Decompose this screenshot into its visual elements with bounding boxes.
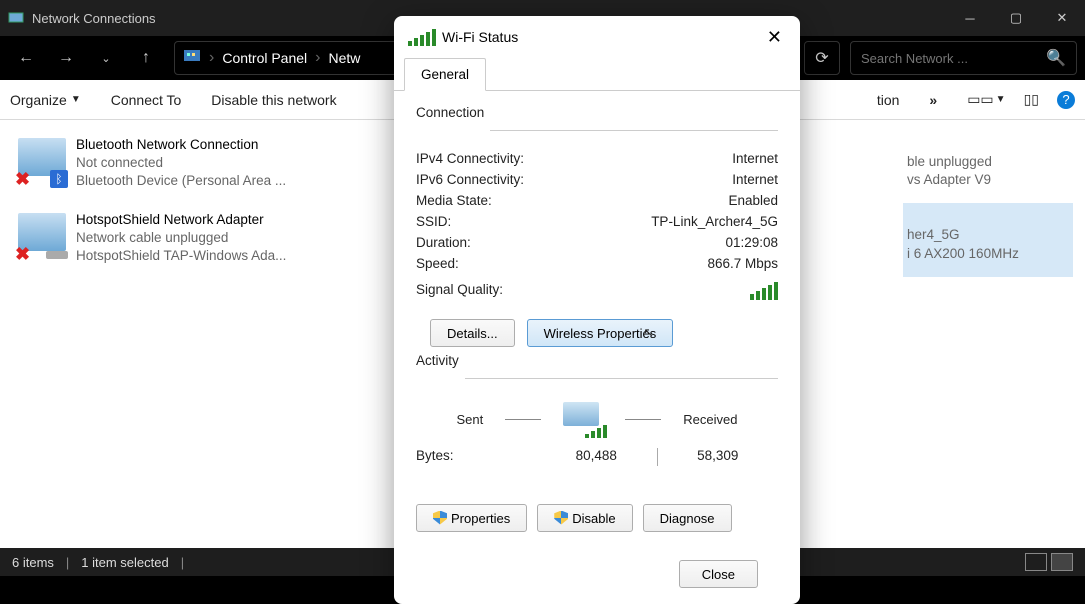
- shield-icon: [554, 511, 568, 525]
- bluetooth-badge-icon: ᛒ: [50, 170, 68, 188]
- up-button[interactable]: ↑: [128, 40, 164, 76]
- dialog-tabs: General: [394, 58, 800, 91]
- shield-icon: [433, 511, 447, 525]
- breadcrumb-network[interactable]: Netw: [328, 50, 360, 66]
- maximize-button[interactable]: ▢: [993, 0, 1039, 36]
- ipv4-label: IPv4 Connectivity:: [416, 151, 524, 166]
- bytes-received-value: 58,309: [658, 448, 779, 466]
- ipv6-value: Internet: [732, 172, 778, 187]
- help-button[interactable]: ?: [1057, 91, 1075, 109]
- adapter-status: her4_5G: [907, 226, 1069, 244]
- item-count: 6 items: [12, 555, 54, 570]
- dialog-titlebar[interactable]: Wi-Fi Status ✕: [394, 16, 800, 58]
- breadcrumb-control-panel[interactable]: Control Panel: [222, 50, 307, 66]
- organize-menu[interactable]: Organize▼: [10, 92, 81, 108]
- wifi-status-dialog: Wi-Fi Status ✕ General Connection IPv4 C…: [394, 16, 800, 604]
- ethernet-badge-icon: [46, 251, 68, 259]
- preview-pane-button[interactable]: ▯▯: [1024, 91, 1039, 108]
- duration-label: Duration:: [416, 235, 471, 250]
- connect-to-button[interactable]: Connect To: [111, 92, 182, 108]
- back-button[interactable]: ←: [8, 40, 44, 76]
- adapter-status: ble unplugged: [907, 153, 1069, 171]
- breadcrumb-sep: ›: [209, 49, 214, 67]
- adapter-hotspotshield[interactable]: ✖ HotspotShield Network Adapter Network …: [12, 205, 458, 280]
- disable-device-button[interactable]: Disable this network: [211, 92, 336, 108]
- adapter-cut-text[interactable]: ble unplugged vs Adapter V9: [903, 130, 1073, 203]
- ipv4-value: Internet: [732, 151, 778, 166]
- speed-label: Speed:: [416, 256, 459, 271]
- signal-quality-label: Signal Quality:: [416, 282, 503, 300]
- signal-bars-icon: [750, 282, 778, 300]
- duration-value: 01:29:08: [725, 235, 778, 250]
- ssid-value: TP-Link_Archer4_5G: [651, 214, 778, 229]
- adapter-device: i 6 AX200 160MHz: [907, 245, 1069, 263]
- window-title: Network Connections: [32, 11, 156, 26]
- search-input[interactable]: [861, 51, 1046, 66]
- control-panel-icon: [183, 47, 201, 70]
- ipv6-label: IPv6 Connectivity:: [416, 172, 524, 187]
- media-state-label: Media State:: [416, 193, 492, 208]
- close-button[interactable]: Close: [679, 560, 758, 588]
- app-icon: [8, 10, 24, 26]
- selection-count: 1 item selected: [81, 555, 168, 570]
- media-state-value: Enabled: [728, 193, 778, 208]
- sent-label: Sent: [457, 412, 484, 427]
- activity-line: [625, 419, 661, 420]
- adapter-bluetooth[interactable]: ✖ ᛒ Bluetooth Network Connection Not con…: [12, 130, 458, 205]
- overflow-button[interactable]: »: [929, 92, 937, 108]
- diagnose-button-trunc[interactable]: tion: [877, 92, 900, 108]
- activity-group: Activity Sent Received Bytes: 80,488 58,…: [416, 371, 778, 532]
- minimize-button[interactable]: ─: [947, 0, 993, 36]
- tab-general[interactable]: General: [404, 58, 486, 91]
- adapter-device: vs Adapter V9: [907, 171, 1069, 189]
- cursor-icon: ↖: [643, 325, 654, 353]
- forward-button[interactable]: →: [48, 40, 84, 76]
- connection-group: Connection IPv4 Connectivity:Internet IP…: [416, 123, 778, 353]
- dialog-close-button[interactable]: ✕: [763, 23, 786, 52]
- search-box[interactable]: 🔍: [850, 41, 1077, 75]
- adapter-icon: ✖ ᛒ: [16, 136, 66, 186]
- ssid-label: SSID:: [416, 214, 451, 229]
- diagnose-button[interactable]: Diagnose: [643, 504, 732, 532]
- recent-dropdown[interactable]: ⌄: [88, 40, 124, 76]
- search-icon: 🔍: [1046, 48, 1066, 68]
- adapter-icon: ✖: [16, 211, 66, 261]
- activity-line: [505, 419, 541, 420]
- details-button[interactable]: Details...: [430, 319, 515, 347]
- received-label: Received: [683, 412, 737, 427]
- refresh-button[interactable]: ⟳: [804, 41, 840, 75]
- activity-group-label: Activity: [416, 353, 465, 368]
- speed-value: 866.7 Mbps: [707, 256, 778, 271]
- activity-icon: [563, 402, 603, 436]
- view-options-button[interactable]: ▭▭▼: [967, 91, 1005, 108]
- adapter-wifi-selected[interactable]: her4_5G i 6 AX200 160MHz: [903, 203, 1073, 276]
- properties-button[interactable]: Properties: [416, 504, 527, 532]
- breadcrumb-sep: ›: [315, 49, 320, 67]
- close-button[interactable]: ✕: [1039, 0, 1085, 36]
- wifi-signal-icon: [408, 28, 436, 46]
- disable-button[interactable]: Disable: [537, 504, 632, 532]
- bytes-label: Bytes:: [416, 448, 536, 466]
- view-details-button[interactable]: [1025, 553, 1047, 571]
- dialog-title: Wi-Fi Status: [442, 29, 518, 45]
- bytes-sent-value: 80,488: [536, 448, 657, 466]
- connection-group-label: Connection: [416, 105, 490, 120]
- view-tiles-button[interactable]: [1051, 553, 1073, 571]
